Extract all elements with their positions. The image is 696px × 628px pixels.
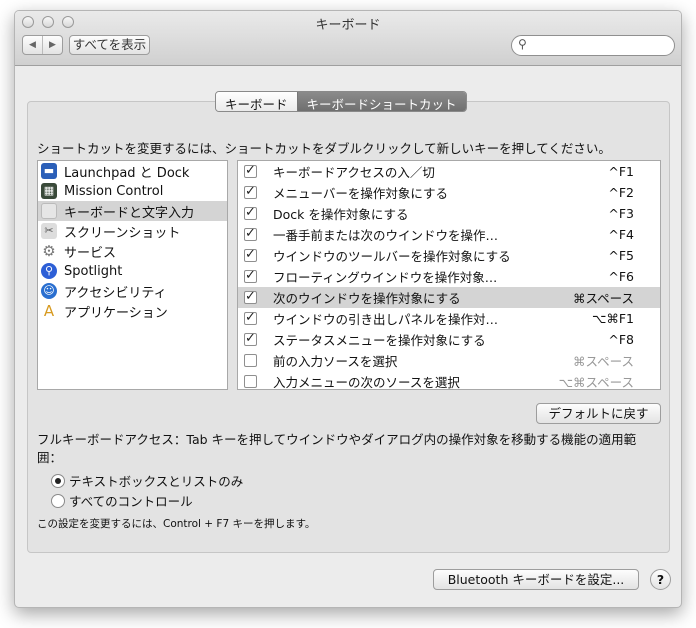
shortcut-label: 一番手前または次のウインドウを操作… bbox=[273, 228, 499, 243]
category-spotlight[interactable]: ⚲ Spotlight bbox=[38, 261, 227, 281]
shortcut-row[interactable]: ✓ 次のウインドウを操作対象にする ⌘スペース bbox=[238, 287, 660, 308]
shortcut-row[interactable]: ✓ フローティングウインドウを操作対象… ^F6 bbox=[238, 266, 660, 287]
shortcut-label: 前の入力ソースを選択 bbox=[273, 354, 398, 369]
category-label: スクリーンショット bbox=[64, 225, 181, 241]
applications-icon: A bbox=[43, 302, 55, 320]
category-label: アクセシビリティ bbox=[64, 285, 167, 301]
shortcut-key[interactable]: ^F1 bbox=[608, 164, 634, 179]
accessibility-icon: ☺ bbox=[41, 283, 57, 299]
toolbar: キーボード ◀ ▶ すべてを表示 ⚲ bbox=[15, 11, 681, 66]
shortcut-table: ✓ キーボードアクセスの入／切 ^F1 ✓ メニューバーを操作対象にする ^F2 ✓ Dock… bbox=[237, 160, 661, 390]
shortcut-label: 次のウインドウを操作対象にする bbox=[273, 291, 461, 306]
shortcut-label: キーボードアクセスの入／切 bbox=[273, 165, 435, 180]
shortcut-key[interactable]: ⌘スペース bbox=[573, 351, 634, 370]
category-accessibility[interactable]: ☺ アクセシビリティ bbox=[38, 281, 227, 301]
search-input[interactable]: ⚲ bbox=[511, 35, 675, 56]
radio-button[interactable] bbox=[51, 473, 65, 488]
shortcut-key[interactable]: ^F3 bbox=[608, 206, 634, 221]
checkbox[interactable]: ✓ bbox=[244, 311, 257, 325]
bluetooth-keyboard-button[interactable]: Bluetooth キーボードを設定... bbox=[433, 569, 639, 590]
category-label: Mission Control bbox=[64, 183, 164, 199]
nav-buttons: ◀ ▶ bbox=[22, 35, 63, 55]
checkbox[interactable]: ✓ bbox=[244, 227, 257, 241]
tab-bar: キーボード キーボードショートカット bbox=[215, 91, 467, 112]
checkbox[interactable]: ✓ bbox=[244, 290, 257, 304]
shortcut-row[interactable]: ✓ メニューバーを操作対象にする ^F2 bbox=[238, 182, 660, 203]
help-button[interactable]: ? bbox=[650, 569, 671, 590]
shortcut-key[interactable]: ^F2 bbox=[608, 185, 634, 200]
restore-defaults-button[interactable]: デフォルトに戻す bbox=[536, 403, 661, 424]
checkbox[interactable]: ✓ bbox=[244, 206, 257, 220]
radio-all-controls[interactable]: すべてのコントロール bbox=[51, 491, 193, 510]
mission-control-icon: ▦ bbox=[41, 183, 57, 199]
instructions-text: ショートカットを変更するには、ショートカットをダブルクリックして新しいキーを押し… bbox=[37, 141, 611, 156]
checkbox[interactable] bbox=[244, 354, 257, 367]
checkbox[interactable]: ✓ bbox=[244, 185, 257, 199]
category-launchpad-dock[interactable]: ▬ Launchpad と Dock bbox=[38, 161, 227, 181]
shortcut-label: Dock を操作対象にする bbox=[273, 207, 409, 222]
radio-text-boxes-lists[interactable]: テキストボックスとリストのみ bbox=[51, 471, 243, 490]
forward-icon[interactable]: ▶ bbox=[43, 36, 62, 54]
shortcut-row[interactable]: ✓ ウインドウの引き出しパネルを操作対… ⌥⌘F1 bbox=[238, 308, 660, 329]
category-label: Launchpad と Dock bbox=[64, 165, 190, 181]
shortcut-key[interactable]: ⌥⌘F1 bbox=[592, 311, 634, 326]
shortcut-row[interactable]: 前の入力ソースを選択 ⌘スペース bbox=[238, 350, 660, 371]
shortcut-label: フローティングウインドウを操作対象… bbox=[273, 270, 498, 285]
shortcut-row[interactable]: 入力メニューの次のソースを選択 ⌥⌘スペース bbox=[238, 371, 660, 392]
radio-label: テキストボックスとリストのみ bbox=[69, 474, 244, 489]
launchpad-dock-icon: ▬ bbox=[41, 163, 57, 179]
category-label: キーボードと文字入力 bbox=[64, 205, 195, 221]
back-icon[interactable]: ◀ bbox=[23, 36, 43, 54]
full-access-text: フルキーボードアクセス：Tab キーを押してウインドウやダイアログ内の操作対象を… bbox=[37, 432, 637, 465]
category-services[interactable]: ⚙ サービス bbox=[38, 241, 227, 261]
checkbox[interactable]: ✓ bbox=[244, 269, 257, 283]
search-icon: ⚲ bbox=[518, 37, 527, 51]
category-keyboard[interactable]: キーボードと文字入力 bbox=[38, 201, 227, 221]
shortcut-key[interactable]: ^F8 bbox=[608, 332, 634, 347]
shortcut-label: メニューバーを操作対象にする bbox=[273, 186, 449, 201]
shortcut-label: ウインドウのツールバーを操作対象にする bbox=[273, 249, 511, 264]
shortcut-row[interactable]: ✓ ステータスメニューを操作対象にする ^F8 bbox=[238, 329, 660, 350]
shortcut-row[interactable]: ✓ ウインドウのツールバーを操作対象にする ^F5 bbox=[238, 245, 660, 266]
category-list: ▬ Launchpad と Dock ▦ Mission Control キーボード… bbox=[37, 160, 228, 390]
shortcut-key[interactable]: ⌘スペース bbox=[573, 288, 634, 307]
category-applications[interactable]: A アプリケーション bbox=[38, 301, 227, 321]
shortcut-key[interactable]: ^F6 bbox=[608, 269, 634, 284]
tab-keyboard[interactable]: キーボード bbox=[216, 92, 297, 111]
category-label: アプリケーション bbox=[64, 305, 168, 321]
shortcut-label: 入力メニューの次のソースを選択 bbox=[273, 375, 460, 390]
checkbox[interactable]: ✓ bbox=[244, 248, 257, 262]
shortcut-key[interactable]: ^F5 bbox=[608, 248, 634, 263]
radio-label: すべてのコントロール bbox=[69, 494, 193, 509]
shortcut-key[interactable]: ⌥⌘スペース bbox=[559, 372, 634, 391]
show-all-button[interactable]: すべてを表示 bbox=[69, 35, 150, 55]
checkbox[interactable] bbox=[244, 375, 257, 388]
spotlight-icon: ⚲ bbox=[41, 263, 57, 279]
gear-icon: ⚙ bbox=[42, 242, 56, 260]
shortcut-key[interactable]: ^F4 bbox=[608, 227, 634, 242]
checkbox[interactable]: ✓ bbox=[244, 164, 257, 178]
category-label: Spotlight bbox=[64, 263, 123, 279]
shortcut-row[interactable]: ✓ Dock を操作対象にする ^F3 bbox=[238, 203, 660, 224]
preferences-window: キーボード ◀ ▶ すべてを表示 ⚲ キーボード キーボードショートカット ショ… bbox=[14, 10, 682, 608]
radio-button[interactable] bbox=[51, 493, 65, 508]
shortcut-label: ウインドウの引き出しパネルを操作対… bbox=[273, 312, 499, 327]
category-mission-control[interactable]: ▦ Mission Control bbox=[38, 181, 227, 201]
note-text: この設定を変更するには、Control + F7 キーを押します。 bbox=[37, 518, 316, 530]
window-title: キーボード bbox=[315, 18, 381, 33]
keyboard-icon bbox=[41, 203, 57, 219]
screenshot-icon: ✂ bbox=[41, 223, 57, 239]
shortcut-row[interactable]: ✓ キーボードアクセスの入／切 ^F1 bbox=[238, 161, 660, 182]
category-screenshot[interactable]: ✂ スクリーンショット bbox=[38, 221, 227, 241]
shortcut-row[interactable]: ✓ 一番手前または次のウインドウを操作… ^F4 bbox=[238, 224, 660, 245]
category-label: サービス bbox=[64, 245, 117, 261]
tab-keyboard-shortcuts[interactable]: キーボードショートカット bbox=[296, 92, 466, 111]
shortcut-label: ステータスメニューを操作対象にする bbox=[273, 333, 486, 348]
checkbox[interactable]: ✓ bbox=[244, 332, 257, 346]
